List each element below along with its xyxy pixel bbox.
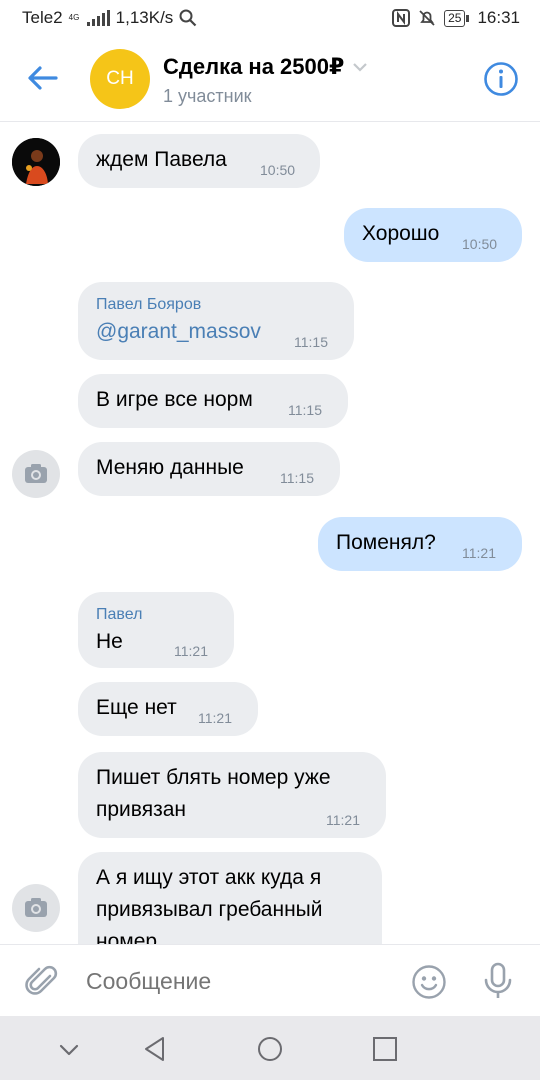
message-time: 11:15 (280, 470, 314, 486)
battery-level: 25 (444, 9, 466, 27)
message-bubble[interactable]: В игре все норм 11:15 (78, 374, 348, 428)
paperclip-icon[interactable] (24, 963, 60, 999)
hide-keyboard-icon[interactable] (54, 1034, 84, 1064)
sender-avatar[interactable] (12, 884, 60, 932)
message-bubble[interactable]: Пишет блять номер уже привязан 11:21 (78, 752, 386, 838)
smile-icon[interactable] (411, 964, 447, 1000)
nav-home-icon[interactable] (255, 1034, 285, 1064)
message-text-line: А я ищу этот акк куда я (96, 866, 322, 889)
chat-title[interactable]: Сделка на 2500₽ (163, 54, 368, 80)
message-time: 10:50 (260, 162, 296, 178)
clock: 16:31 (477, 8, 520, 27)
camera-icon (25, 898, 47, 917)
message-time: 11:21 (174, 643, 208, 659)
message-list[interactable]: ждем Павела 10:50 Хорошо 10:50 Павел Боя… (0, 122, 540, 944)
status-bar: Tele2 4G 1,13K/s 25 16:31 (0, 0, 540, 36)
sender-avatar[interactable] (12, 138, 60, 186)
message-time: 11:21 (462, 545, 496, 561)
message-time: 10:50 (462, 236, 498, 252)
system-nav-bar (0, 1016, 540, 1080)
message-input[interactable] (86, 965, 386, 997)
message-bubble[interactable]: ждем Павела 10:50 (78, 134, 320, 188)
message-text: ждем Павела (96, 148, 227, 171)
back-arrow-icon[interactable] (24, 58, 60, 98)
nfc-icon (392, 9, 411, 27)
camera-icon (25, 464, 47, 483)
message-text: Поменял? (336, 531, 436, 554)
nav-recents-icon[interactable] (370, 1034, 400, 1064)
message-text-line: номер (96, 930, 158, 944)
participants-count: 1 участник (163, 86, 252, 106)
message-time: 11:21 (198, 710, 232, 726)
message-text: Хорошо (362, 222, 440, 245)
message-time: 11:15 (288, 402, 322, 418)
message-text-line: привязан (96, 798, 186, 821)
message-bubble[interactable]: Хорошо 10:50 (344, 208, 522, 262)
message-text-line: Пишет блять номер уже (96, 766, 331, 789)
chat-avatar[interactable]: СН (90, 49, 150, 109)
sender-name[interactable]: Павел (96, 606, 142, 624)
message-text: В игре все норм (96, 388, 253, 411)
nav-back-icon[interactable] (140, 1034, 170, 1064)
message-bubble[interactable]: Меняю данные 11:15 (78, 442, 340, 496)
search-icon (179, 9, 197, 27)
mute-icon (419, 10, 435, 26)
message-time: 11:15 (294, 334, 328, 350)
signal-icon (86, 10, 110, 26)
network-type-label: 4G (68, 13, 80, 22)
message-time: 11:21 (326, 812, 360, 828)
chat-title-text: Сделка на 2500₽ (163, 54, 345, 79)
info-icon[interactable] (483, 61, 519, 97)
mention-link[interactable]: @garant_massov (96, 320, 261, 344)
message-composer (0, 944, 540, 1016)
message-bubble[interactable]: Павел Не 11:21 (78, 592, 234, 668)
sender-avatar[interactable] (12, 450, 60, 498)
microphone-icon[interactable] (482, 962, 514, 1000)
message-bubble[interactable]: Поменял? 11:21 (318, 517, 522, 571)
sender-name[interactable]: Павел Бояров (96, 296, 201, 314)
message-bubble[interactable]: Павел Бояров @garant_massov 11:15 (78, 282, 354, 360)
battery-icon: 25 (444, 9, 470, 27)
chevron-down-icon (353, 63, 368, 72)
chat-header: СН Сделка на 2500₽ 1 участник (0, 36, 540, 122)
carrier-label: Tele2 (22, 8, 63, 27)
network-speed: 1,13K/s (115, 8, 174, 27)
message-text: Не (96, 630, 123, 653)
message-text: Меняю данные (96, 456, 244, 479)
message-bubble[interactable]: Еще нет 11:21 (78, 682, 258, 736)
message-text: Еще нет (96, 696, 177, 719)
message-text-line: привязывал гребанный (96, 898, 323, 921)
message-bubble[interactable]: А я ищу этот акк куда я привязывал греба… (78, 852, 382, 944)
